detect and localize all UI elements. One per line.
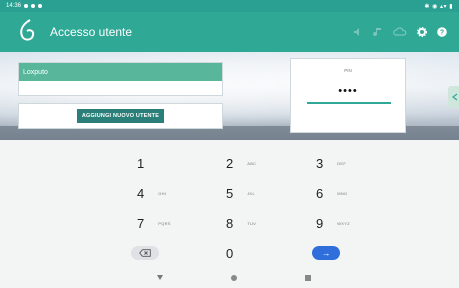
volume-icon[interactable] (353, 27, 363, 37)
cloud-icon[interactable] (393, 27, 407, 37)
key-1[interactable]: 1 (137, 156, 158, 171)
key-9[interactable]: 9 WXYZ (316, 216, 350, 231)
status-time: 14:36 (6, 3, 22, 9)
key-8[interactable]: 8 TUV (226, 216, 256, 231)
app-logo-icon (14, 17, 40, 47)
chevron-left-icon (452, 93, 458, 101)
backspace-icon (139, 249, 151, 257)
key-7[interactable]: 7 PQRS (137, 216, 171, 231)
app-bar: Accesso utente ? (0, 12, 459, 52)
notification-icon (24, 4, 29, 8)
help-icon[interactable]: ? (437, 27, 447, 37)
pin-input[interactable]: •••• (291, 85, 405, 97)
svg-text:?: ? (440, 30, 444, 37)
backspace-button[interactable] (131, 246, 159, 260)
key-6[interactable]: 6 MNO (316, 186, 347, 201)
key-2[interactable]: 2 ABC (226, 156, 256, 171)
enter-button[interactable]: → (312, 246, 340, 260)
gear-icon[interactable] (417, 27, 427, 37)
notification-icon (31, 4, 36, 8)
arrow-right-icon: → (321, 248, 331, 258)
key-3[interactable]: 3 DEF (316, 156, 346, 171)
pin-input-underline (307, 102, 391, 104)
notification-icon (38, 4, 43, 8)
pin-panel: PIN •••• (290, 58, 406, 133)
home-icon[interactable] (231, 275, 237, 281)
key-4[interactable]: 4 GHI (137, 186, 166, 201)
status-icons: ✱ ◉ ▴▾ ▮ (424, 3, 453, 10)
back-icon[interactable] (157, 275, 163, 280)
pin-label: PIN (344, 68, 352, 73)
system-nav-bar (0, 270, 459, 288)
status-bar: 14:36 ✱ ◉ ▴▾ ▮ (0, 0, 459, 12)
add-user-button[interactable]: AGGIUNGI NUOVO UTENTE (76, 109, 165, 123)
music-icon[interactable] (373, 27, 383, 37)
key-0[interactable]: 0 (226, 246, 247, 261)
page-title: Accesso utente (50, 25, 133, 39)
side-panel-handle[interactable] (448, 86, 459, 108)
user-list: Loxputo (18, 62, 223, 96)
key-5[interactable]: 5 JKL (226, 186, 255, 201)
user-list-item-selected[interactable]: Loxputo (19, 63, 222, 81)
recent-apps-icon[interactable] (305, 275, 311, 281)
add-user-panel: AGGIUNGI NUOVO UTENTE (18, 103, 223, 129)
